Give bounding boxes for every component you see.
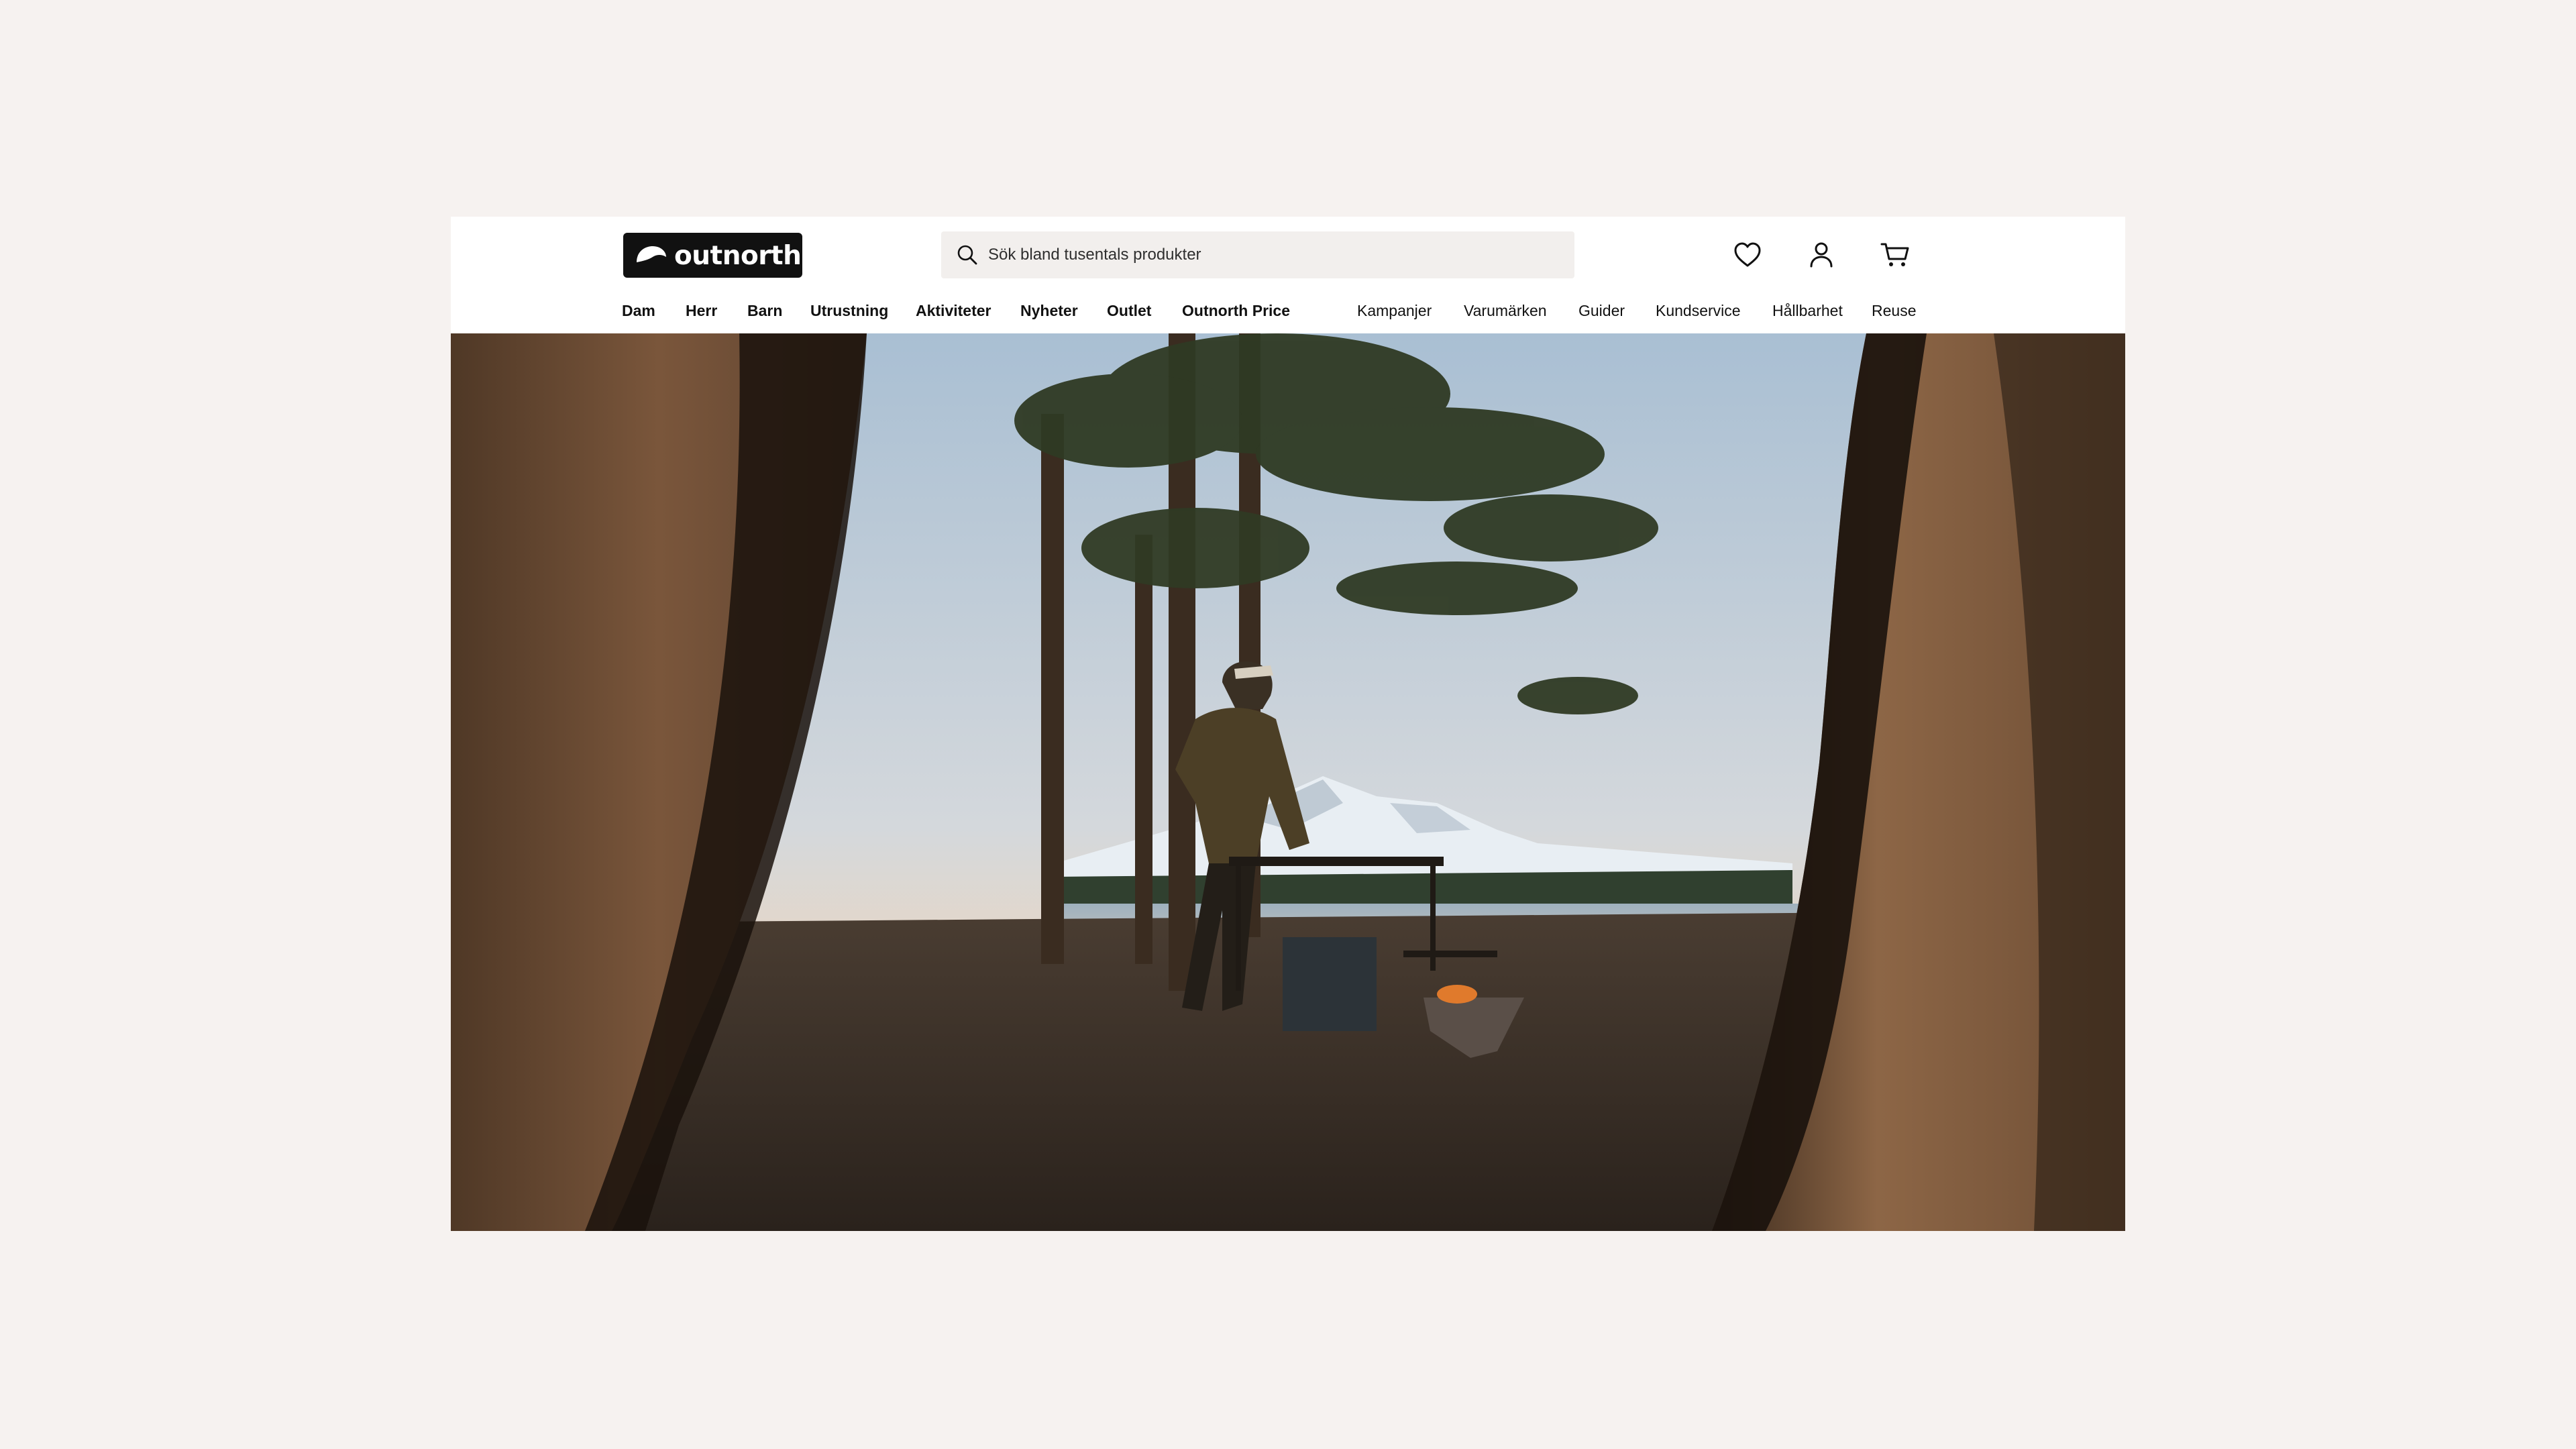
nav-item-guider[interactable]: Guider xyxy=(1578,297,1625,324)
search-bar[interactable] xyxy=(941,231,1574,278)
cart-button[interactable] xyxy=(1878,238,1912,272)
nav-item-utrustning[interactable]: Utrustning xyxy=(810,297,888,324)
search-input[interactable] xyxy=(988,246,1538,264)
outnorth-logo[interactable]: outnorth xyxy=(623,233,802,278)
wishlist-button[interactable] xyxy=(1731,238,1764,272)
logo-mark-icon xyxy=(637,246,666,262)
user-icon xyxy=(1810,242,1833,268)
nav-item-nyheter[interactable]: Nyheter xyxy=(1020,297,1078,324)
account-button[interactable] xyxy=(1805,238,1838,272)
nav-item-barn[interactable]: Barn xyxy=(747,297,782,324)
nav-item-outnorth-price[interactable]: Outnorth Price xyxy=(1182,297,1290,324)
nav-item-hallbarhet[interactable]: Hållbarhet xyxy=(1772,297,1843,324)
site-header: outnorth Sök bland tusentals produkter D… xyxy=(451,217,2125,333)
cart-icon xyxy=(1880,243,1909,266)
logo-text: outnorth xyxy=(674,241,802,271)
main-navigation: Dam Herr Barn Utrustning Aktiviteter Nyh… xyxy=(451,297,2125,324)
browser-frame: outnorth Sök bland tusentals produkter D… xyxy=(451,217,2125,1231)
nav-item-kampanjer[interactable]: Kampanjer xyxy=(1357,297,1432,324)
heart-icon xyxy=(1734,242,1761,267)
nav-item-kundservice[interactable]: Kundservice xyxy=(1656,297,1741,324)
hero-camp-scene xyxy=(451,333,2125,1231)
nav-item-dam[interactable]: Dam xyxy=(622,297,655,324)
hero-image[interactable] xyxy=(451,333,2125,1231)
nav-item-herr[interactable]: Herr xyxy=(686,297,717,324)
search-icon xyxy=(957,245,977,265)
nav-item-outlet[interactable]: Outlet xyxy=(1107,297,1151,324)
nav-item-varumarken[interactable]: Varumärken xyxy=(1464,297,1547,324)
nav-item-aktiviteter[interactable]: Aktiviteter xyxy=(916,297,991,324)
nav-item-reuse[interactable]: Reuse xyxy=(1872,297,1916,324)
